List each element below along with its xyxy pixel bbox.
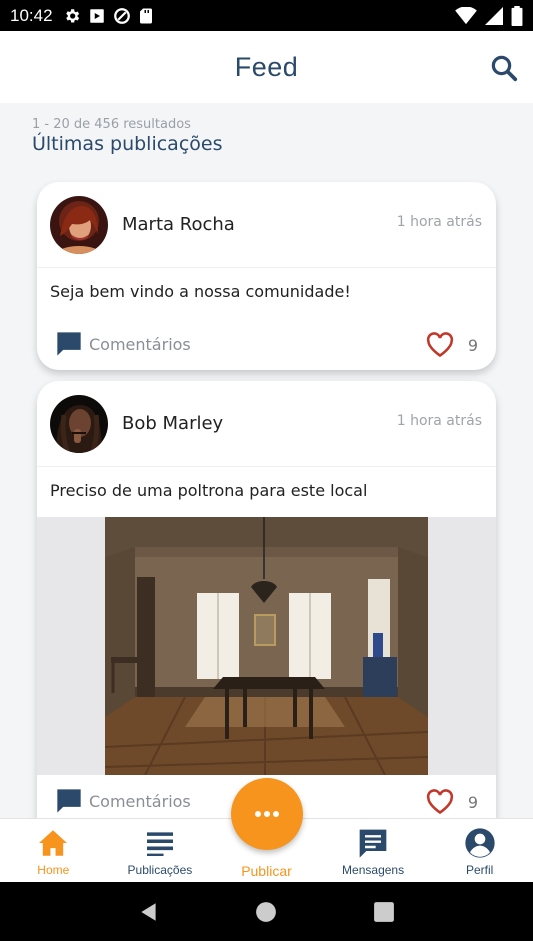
account-icon: [464, 827, 496, 859]
wifi-icon: [455, 6, 477, 24]
like-count: 9: [467, 792, 478, 812]
like-group: 9: [426, 789, 478, 815]
comments-button[interactable]: Comentários: [89, 792, 191, 811]
home-icon: [37, 827, 69, 859]
search-icon[interactable]: [489, 53, 519, 83]
signal-icon: [485, 6, 503, 25]
post-header: Bob Marley 1 hora atrás: [37, 381, 496, 467]
play-store-icon: [89, 8, 104, 23]
post-time: 1 hora atrás: [396, 214, 482, 230]
settings-icon: [65, 8, 79, 22]
more-dots-icon: [255, 811, 279, 817]
battery-icon: [511, 5, 523, 26]
post-time: 1 hora atrás: [396, 413, 482, 429]
nav-item-publicacoes[interactable]: Publicações: [107, 819, 214, 882]
post-card[interactable]: Marta Rocha 1 hora atrás Seja bem vindo …: [37, 182, 496, 370]
status-icons-right: [455, 5, 523, 26]
comment-icon[interactable]: [55, 330, 83, 358]
home-button-icon[interactable]: [255, 901, 277, 923]
status-time: 10:42: [10, 5, 53, 25]
publish-fab-button[interactable]: [231, 778, 303, 850]
like-group: 9: [426, 332, 478, 358]
feed-content[interactable]: 1 - 20 de 456 resultados Últimas publica…: [0, 103, 533, 818]
comment-icon[interactable]: [55, 787, 83, 815]
heart-icon[interactable]: [426, 332, 454, 358]
app-header: Feed: [0, 31, 533, 103]
status-icons-left: [63, 7, 154, 25]
nav-label: Home: [37, 863, 70, 877]
avatar[interactable]: [50, 195, 108, 254]
post-card[interactable]: Bob Marley 1 hora atrás Preciso de uma p…: [37, 381, 496, 818]
nav-item-mensagens[interactable]: Mensagens: [320, 819, 427, 882]
page-title: Feed: [234, 51, 299, 82]
room-photo: [105, 517, 428, 775]
post-text: Seja bem vindo a nossa comunidade!: [50, 282, 351, 301]
vpn-icon: [113, 7, 130, 24]
recents-icon[interactable]: [373, 901, 395, 923]
post-text: Preciso de uma poltrona para este local: [50, 481, 368, 500]
sd-card-icon: [139, 8, 152, 23]
nav-label: Publicar: [241, 863, 292, 879]
nav-item-home[interactable]: Home: [0, 819, 107, 882]
avatar[interactable]: [50, 394, 108, 453]
nav-item-perfil[interactable]: Perfil: [426, 819, 533, 882]
results-count: 1 - 20 de 456 resultados: [32, 117, 191, 132]
nav-label: Perfil: [466, 863, 494, 877]
system-nav-bar: [0, 882, 533, 941]
like-count: 9: [467, 335, 478, 355]
status-bar: 10:42: [0, 0, 533, 31]
comments-button[interactable]: Comentários: [89, 335, 191, 354]
list-icon: [144, 827, 176, 859]
post-image[interactable]: [37, 517, 496, 775]
back-icon[interactable]: [138, 901, 160, 923]
heart-icon[interactable]: [426, 789, 454, 815]
post-header: Marta Rocha 1 hora atrás: [37, 182, 496, 268]
post-author[interactable]: Bob Marley: [122, 413, 223, 434]
message-icon: [357, 827, 389, 859]
nav-label: Publicações: [127, 863, 193, 877]
nav-label: Mensagens: [342, 863, 405, 877]
post-author[interactable]: Marta Rocha: [122, 214, 235, 235]
section-title: Últimas publicações: [32, 133, 223, 155]
post-actions: Comentários 9: [37, 318, 496, 370]
